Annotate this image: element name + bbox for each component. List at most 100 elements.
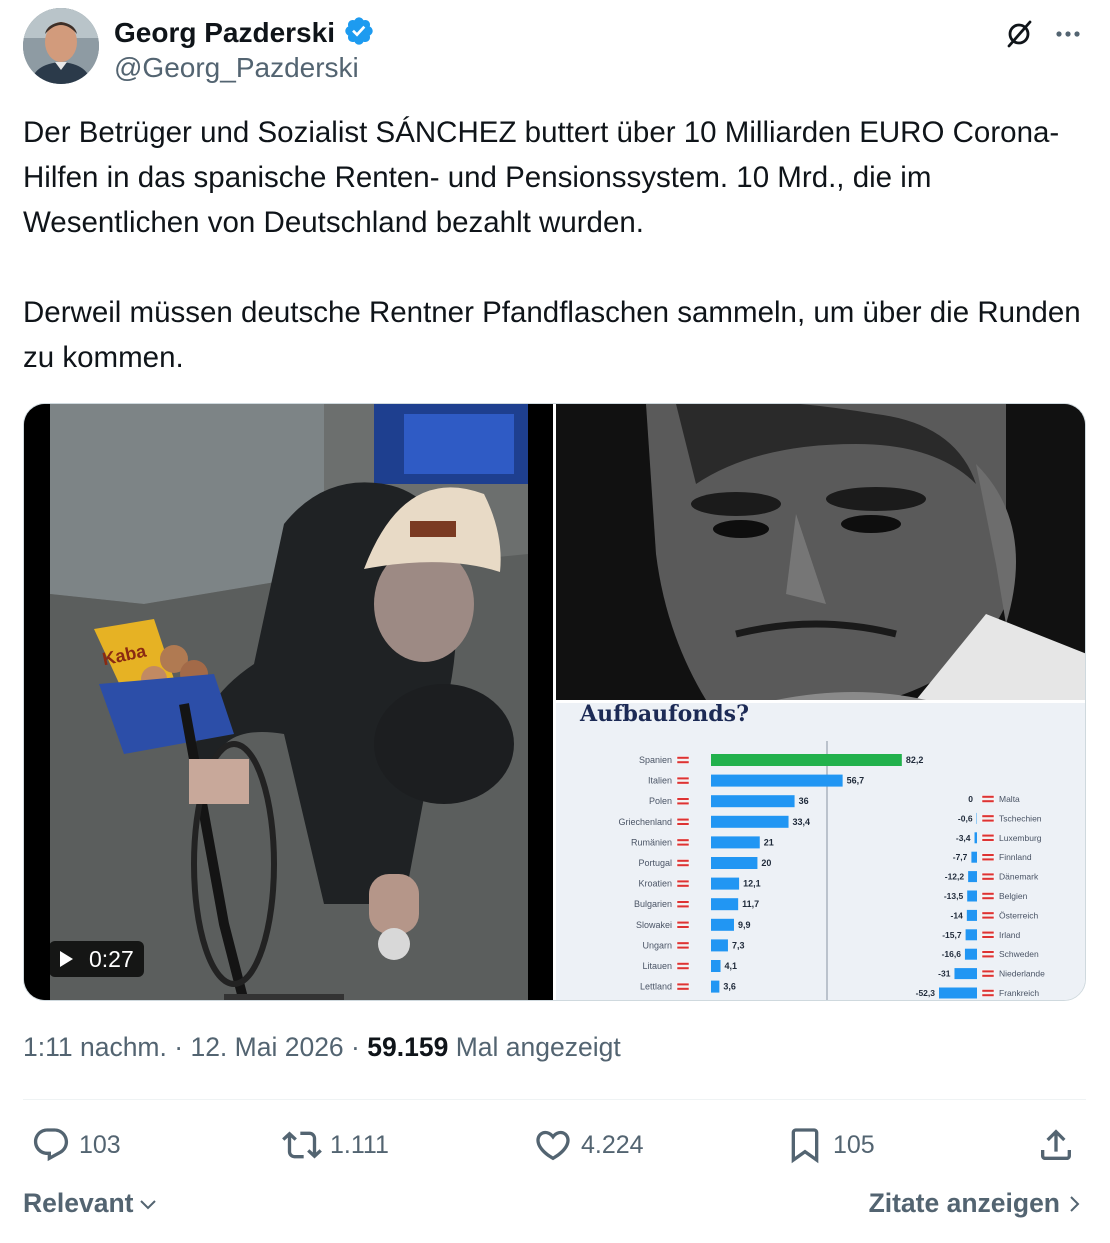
chart-flag-icon-stripe <box>982 836 994 839</box>
chart-category-label: Spanien <box>639 755 672 765</box>
chart-category-label: Malta <box>999 794 1020 804</box>
media-grid: Kaba 0:27 Aufbaufonds? Spanien 82,2 Ital… <box>23 403 1086 1001</box>
chart-value-label: -14 <box>951 910 964 920</box>
chart-flag-icon-stripe <box>982 933 994 936</box>
chart-flag-icon-stripe <box>982 991 994 995</box>
share-button[interactable] <box>1036 1122 1076 1168</box>
photo-portrait[interactable] <box>556 404 1085 700</box>
chart-category-label: Frankreich <box>999 988 1039 998</box>
chart-bar <box>964 948 977 960</box>
grok-button[interactable] <box>999 14 1039 54</box>
meta-separator: · <box>174 1032 184 1062</box>
chart-value-label: 36 <box>799 796 809 806</box>
chart-flag-icon-stripe <box>677 861 689 865</box>
repost-button[interactable]: 1.111 <box>282 1122 389 1168</box>
tweet-header: Georg Pazderski @Georg_Pazderski <box>23 8 1093 88</box>
chart-bar <box>711 754 902 766</box>
bookmark-button[interactable]: 105 <box>785 1122 875 1168</box>
chart-value-label: -7,7 <box>953 852 968 862</box>
chevron-right-icon <box>1070 1195 1080 1212</box>
divider <box>23 1099 1086 1100</box>
chart-category-label: Litauen <box>642 961 672 971</box>
chart-bar <box>711 898 739 911</box>
chart-flag-icon-stripe <box>677 882 689 885</box>
repost-icon <box>282 1131 322 1159</box>
tweet-paragraph-2: Derweil müssen deutsche Rentner Pfandfla… <box>23 296 1081 374</box>
chart-flag-icon-stripe <box>982 797 994 801</box>
tweet-paragraph-1: Der Betrüger und Sozialist SÁNCHEZ butte… <box>23 116 1060 239</box>
chart-flag-icon-stripe <box>677 923 689 926</box>
chart-title: Aufbaufonds? <box>580 703 749 727</box>
chart-value-label: -52,3 <box>916 988 936 998</box>
view-quotes-link[interactable]: Zitate anzeigen <box>869 1188 1082 1219</box>
chart-flag-icon-stripe <box>982 914 994 917</box>
chart-flag-icon-stripe <box>982 875 994 878</box>
chart-flag-icon-stripe <box>677 800 689 803</box>
reply-icon <box>33 1128 69 1162</box>
chart-value-label: -16,6 <box>942 949 962 959</box>
more-button[interactable] <box>1048 14 1088 54</box>
chart-value-label: 56,7 <box>847 776 865 786</box>
chart-bar <box>711 795 795 808</box>
tweet-meta: 1:11 nachm. · 12. Mai 2026 · 59.159 Mal … <box>23 1032 621 1063</box>
portrait-image <box>556 404 1085 700</box>
play-icon <box>60 951 73 967</box>
tweet-text: Der Betrüger und Sozialist SÁNCHEZ butte… <box>23 110 1088 380</box>
bookmark-icon <box>791 1128 819 1164</box>
chart-value-label: -15,7 <box>942 930 962 940</box>
chart-flag-icon-stripe <box>982 856 994 859</box>
chart-category-label: Belgien <box>999 891 1028 901</box>
tweet-date[interactable]: 12. Mai 2026 <box>190 1032 343 1062</box>
photo-chart[interactable]: Aufbaufonds? Spanien 82,2 Italien 56,7 Polen… <box>556 703 1085 1000</box>
chart-flag-icon-stripe <box>982 894 994 898</box>
chart-value-label: 3,6 <box>723 982 736 992</box>
chart-bar <box>711 815 789 828</box>
chart-value-label: 20 <box>761 858 771 868</box>
chart-bar <box>711 836 760 849</box>
chart-bar <box>965 929 977 941</box>
share-icon <box>1041 1129 1071 1160</box>
video-player[interactable]: Kaba 0:27 <box>24 404 553 1000</box>
bookmark-count: 105 <box>833 1130 875 1159</box>
verified-badge-icon <box>345 17 373 45</box>
chart-bar <box>711 960 721 972</box>
chart-flag-icon-stripe <box>677 820 689 823</box>
chart-category-label: Irland <box>999 930 1021 940</box>
grok-icon <box>1007 20 1032 48</box>
chart-bar <box>967 890 977 902</box>
chart-bar <box>711 918 734 931</box>
more-icon <box>1056 31 1080 37</box>
sort-dropdown[interactable]: Relevant <box>23 1188 159 1219</box>
chart-bar <box>974 832 977 844</box>
repost-count: 1.111 <box>330 1130 389 1159</box>
chart-value-label: 4,1 <box>725 961 738 971</box>
chart-value-label: -13,5 <box>944 891 964 901</box>
tweet-time[interactable]: 1:11 nachm. <box>23 1032 167 1062</box>
chart-category-label: Tschechien <box>999 813 1042 823</box>
chart-value-label: 11,7 <box>742 899 759 909</box>
author-handle[interactable]: @Georg_Pazderski <box>114 52 359 84</box>
chart-category-label: Rumänien <box>631 837 672 847</box>
like-button[interactable]: 4.224 <box>533 1122 644 1168</box>
chart-flag-icon-stripe <box>677 758 689 762</box>
like-icon <box>536 1130 570 1161</box>
chart-bar <box>971 851 977 863</box>
chart-flag-icon-stripe <box>982 972 994 975</box>
video-duration-badge: 0:27 <box>49 941 144 977</box>
chart-category-label: Kroatien <box>638 879 672 889</box>
chart-category-label: Österreich <box>999 910 1038 920</box>
view-label: Mal angezeigt <box>455 1032 621 1062</box>
chart-category-label: Bulgarien <box>634 899 672 909</box>
quotes-label: Zitate anzeigen <box>868 1188 1060 1218</box>
chart-category-label: Polen <box>649 796 672 806</box>
author-name[interactable]: Georg Pazderski <box>114 17 335 49</box>
chart-value-label: 33,4 <box>793 817 811 827</box>
chart-category-label: Schweden <box>999 949 1039 959</box>
chart-flag-icon-stripe <box>677 985 689 988</box>
chart-value-label: 21 <box>764 837 774 847</box>
avatar[interactable] <box>23 8 99 84</box>
reply-button[interactable]: 103 <box>31 1122 121 1168</box>
chart-flag-icon-stripe <box>677 944 689 947</box>
chart-bar <box>954 968 977 980</box>
bar-chart: Spanien 82,2 Italien 56,7 Polen 36 Griechenlan… <box>618 741 1045 1000</box>
